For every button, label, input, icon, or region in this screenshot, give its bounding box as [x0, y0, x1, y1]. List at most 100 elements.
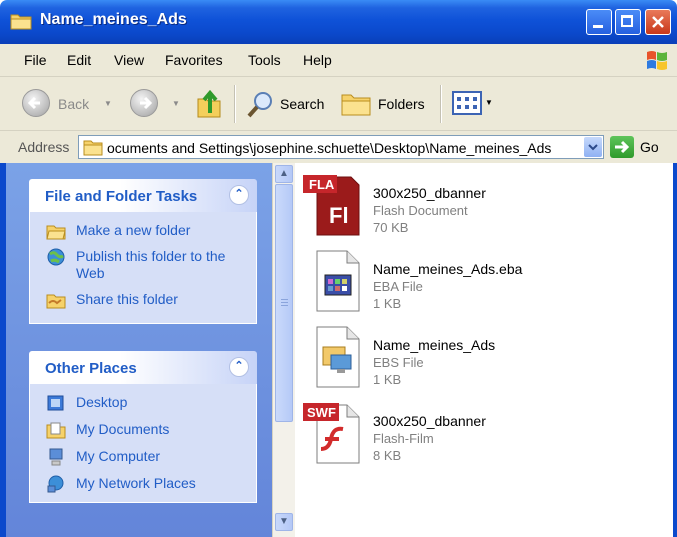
maximize-icon — [621, 15, 633, 27]
grip-line — [281, 305, 288, 306]
menu-view[interactable]: View — [114, 52, 144, 68]
place-my-computer[interactable]: My Computer — [30, 448, 256, 466]
address-path: ocuments and Settings\josephine.schuette… — [107, 140, 552, 156]
window-title: Name_meines_Ads — [40, 11, 187, 28]
go-button[interactable] — [610, 136, 634, 158]
my-documents-icon — [46, 422, 66, 439]
address-bar: Address ocuments and Settings\josephine.… — [0, 131, 677, 164]
file-list: FLA Fl 300x250_dbanner Flash Document 70… — [295, 163, 673, 537]
toolbar-separator — [440, 85, 442, 123]
forward-button[interactable]: ▼ — [130, 89, 185, 119]
file-type: Flash-Film — [373, 431, 434, 446]
address-field[interactable]: ocuments and Settings\josephine.schuette… — [78, 135, 604, 159]
file-item[interactable]: Name_meines_Ads EBS File 1 KB — [303, 325, 663, 395]
minimize-icon — [593, 25, 603, 28]
back-button[interactable]: Back ▼ — [22, 89, 112, 119]
go-arrow-icon — [615, 140, 630, 154]
close-icon — [652, 16, 664, 28]
search-icon — [247, 92, 272, 118]
network-places-icon — [47, 475, 64, 493]
place-my-documents[interactable]: My Documents — [30, 421, 256, 439]
panel-header[interactable]: Other Places ⌃ — [29, 351, 257, 384]
other-places-panel: Other Places ⌃ Desktop My Documents My C… — [29, 351, 257, 503]
panel-title: Other Places — [45, 360, 137, 377]
grip-line — [281, 302, 288, 303]
task-make-new-folder[interactable]: Make a new folder — [30, 222, 256, 240]
menu-file[interactable]: File — [24, 52, 47, 68]
share-folder-icon — [46, 294, 66, 309]
svg-text:SWF: SWF — [307, 405, 336, 420]
place-label: My Network Places — [76, 475, 196, 491]
task-label: Publish this folder to the Web — [76, 248, 226, 281]
file-item[interactable]: Name_meines_Ads.eba EBA File 1 KB — [303, 249, 663, 319]
fla-file-icon: FLA Fl — [303, 175, 360, 236]
scroll-up-icon[interactable]: ▲ — [275, 165, 293, 183]
file-item[interactable]: FLA Fl 300x250_dbanner Flash Document 70… — [303, 173, 663, 243]
folder-icon — [83, 140, 103, 156]
task-share-folder[interactable]: Share this folder — [30, 291, 256, 309]
menu-help[interactable]: Help — [303, 52, 332, 68]
place-label: My Documents — [76, 421, 170, 437]
file-size: 1 KB — [373, 372, 402, 387]
menu-favorites[interactable]: Favorites — [165, 52, 223, 68]
menu-edit[interactable]: Edit — [67, 52, 91, 68]
forward-dropdown-icon[interactable]: ▼ — [172, 99, 180, 108]
file-name: Name_meines_Ads — [373, 337, 496, 353]
address-label: Address — [18, 139, 70, 155]
folders-button[interactable]: Folders — [340, 89, 432, 119]
go-label[interactable]: Go — [640, 139, 659, 155]
views-button[interactable]: ▼ — [452, 89, 498, 119]
place-network[interactable]: My Network Places — [30, 475, 256, 493]
svg-text:Fl: Fl — [329, 203, 349, 228]
file-name: 300x250_dbanner — [373, 185, 486, 201]
close-button[interactable] — [645, 9, 671, 35]
place-label: My Computer — [76, 448, 161, 464]
my-computer-icon — [49, 448, 63, 466]
maximize-button[interactable] — [615, 9, 641, 35]
menu-tools[interactable]: Tools — [248, 52, 281, 68]
swf-file-icon: SWF — [303, 403, 360, 464]
scroll-thumb[interactable] — [275, 184, 293, 422]
file-item[interactable]: SWF 300x250_dbanner Flash-Film 8 KB — [303, 401, 663, 471]
toolbar-separator — [234, 85, 236, 123]
forward-arrow-icon — [130, 89, 158, 117]
panel-title: File and Folder Tasks — [45, 188, 198, 205]
title-bar[interactable]: Name_meines_Ads — [0, 0, 677, 44]
panel-body: Make a new folder Publish this folder to… — [29, 212, 257, 324]
views-icon — [452, 91, 482, 115]
search-button[interactable]: Search — [246, 89, 330, 119]
views-dropdown-icon: ▼ — [485, 98, 493, 107]
task-publish-folder[interactable]: Publish this folder to the Web — [30, 248, 256, 282]
svg-text:FLA: FLA — [309, 177, 335, 192]
panel-body: Desktop My Documents My Computer My Netw… — [29, 384, 257, 503]
scroll-down-icon[interactable]: ▼ — [275, 513, 293, 531]
file-type: Flash Document — [373, 203, 468, 218]
back-dropdown-icon[interactable]: ▼ — [104, 99, 112, 108]
publish-web-icon — [47, 248, 65, 266]
file-type: EBS File — [373, 355, 424, 370]
task-label: Share this folder — [76, 291, 178, 307]
task-pane-scrollbar[interactable]: ▲ ▼ — [272, 163, 295, 537]
place-label: Desktop — [76, 394, 128, 410]
task-label: Make a new folder — [76, 222, 191, 238]
back-label: Back — [58, 96, 90, 112]
place-desktop[interactable]: Desktop — [30, 394, 256, 411]
folders-icon — [341, 94, 371, 116]
ebs-file-icon — [316, 326, 360, 388]
new-folder-icon — [46, 225, 66, 240]
back-arrow-icon — [22, 89, 50, 117]
address-dropdown-button[interactable] — [584, 137, 602, 157]
folder-icon — [10, 14, 32, 30]
collapse-icon[interactable]: ⌃ — [229, 185, 249, 205]
panel-header[interactable]: File and Folder Tasks ⌃ — [29, 179, 257, 212]
file-name: 300x250_dbanner — [373, 413, 486, 429]
file-size: 8 KB — [373, 448, 402, 463]
up-folder-icon[interactable] — [196, 87, 224, 119]
task-pane: File and Folder Tasks ⌃ Make a new folde… — [6, 163, 272, 537]
collapse-icon[interactable]: ⌃ — [229, 357, 249, 377]
eba-file-icon — [316, 250, 360, 312]
minimize-button[interactable] — [586, 9, 612, 35]
desktop-icon — [47, 395, 64, 411]
menu-bar: File Edit View Favorites Tools Help — [0, 44, 677, 77]
window-frame-right — [673, 163, 677, 537]
